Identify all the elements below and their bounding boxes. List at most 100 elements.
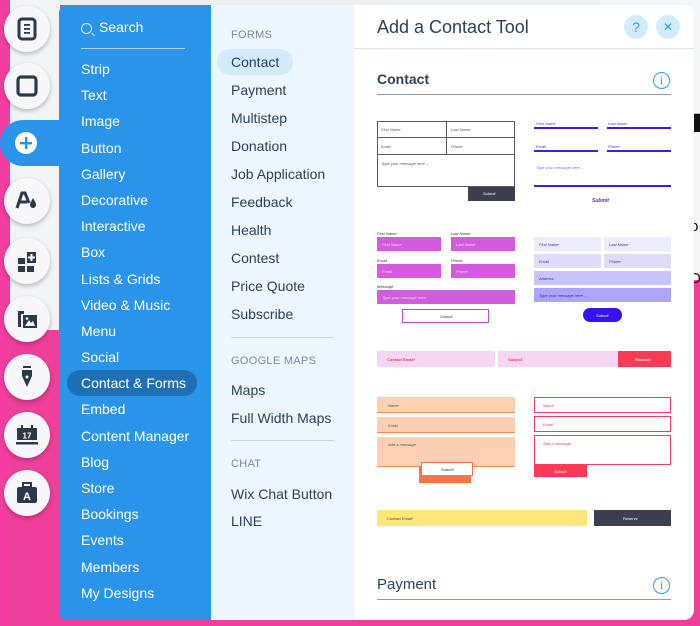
subcategory-panel: FORMS Contact Payment Multistep Donation…: [211, 5, 354, 620]
form-preset-3[interactable]: First Name Last Name First Name Last Nam…: [377, 231, 515, 323]
submit-button: Submit: [421, 462, 473, 476]
form-preset-6[interactable]: Name Email Add a message Submit: [377, 397, 515, 483]
field-email: Email: [377, 417, 515, 433]
submit-button: Submit: [583, 308, 622, 322]
submit-button: Submit: [468, 187, 515, 201]
category-menu[interactable]: Menu: [67, 318, 207, 344]
label-email: Email: [377, 258, 388, 263]
help-button[interactable]: ?: [624, 15, 648, 39]
panel-header: Add a Contact Tool ? ✕: [354, 5, 694, 49]
sub-item-price-quote[interactable]: Price Quote: [217, 273, 319, 299]
category-button[interactable]: Button: [67, 135, 207, 161]
search-icon: [81, 23, 92, 34]
divider: [231, 440, 334, 441]
field-phone: Phone: [451, 264, 515, 278]
category-bookings[interactable]: Bookings: [67, 501, 207, 527]
field-first-name: First Name: [536, 121, 556, 126]
form-preset-7[interactable]: Name Email Add a message Submit: [534, 397, 671, 479]
sub-item-payment[interactable]: Payment: [217, 77, 300, 103]
label-phone: Phone: [451, 258, 463, 263]
category-lists-grids[interactable]: Lists & Grids: [67, 266, 207, 292]
category-decorative[interactable]: Decorative: [67, 187, 207, 213]
sub-item-full-width-maps[interactable]: Full Width Maps: [217, 405, 345, 431]
form-preset-4[interactable]: First Name Last Name Email Phone Address…: [534, 237, 671, 323]
background-button[interactable]: [4, 63, 50, 109]
search-field[interactable]: Search: [81, 19, 185, 49]
sub-item-multistep[interactable]: Multistep: [217, 105, 301, 131]
category-video-music[interactable]: Video & Music: [67, 292, 207, 318]
field-phone: Phone: [608, 144, 620, 149]
field-message: Add a message: [534, 435, 671, 465]
category-gallery[interactable]: Gallery: [67, 161, 207, 187]
forms-heading: FORMS: [231, 29, 273, 41]
field-contact-email: Contact Email*: [377, 351, 495, 367]
field-last-name: Last Name: [604, 237, 671, 251]
field-email: Email: [536, 144, 547, 149]
add-apps-button[interactable]: [4, 238, 50, 284]
form-preset-5[interactable]: Contact Email* Subject Reserve: [377, 351, 671, 368]
field-subject: Subject: [498, 351, 619, 367]
form-preset-1[interactable]: First Name Last Name Email Phone Type yo…: [377, 121, 515, 203]
add-icon: [15, 132, 37, 154]
category-content-manager[interactable]: Content Manager: [67, 423, 207, 449]
business-icon: A: [17, 482, 37, 503]
field-underline: [534, 127, 598, 129]
field-name: Name: [534, 397, 671, 413]
sub-item-maps[interactable]: Maps: [217, 377, 279, 403]
field-message: Type your message here: [377, 290, 515, 304]
theme-icon: [15, 191, 36, 209]
bookings-button[interactable]: 17: [4, 412, 50, 458]
category-embed[interactable]: Embed: [67, 396, 207, 422]
category-interactive[interactable]: Interactive: [67, 213, 207, 239]
pages-button[interactable]: [4, 6, 50, 52]
sub-item-contact[interactable]: Contact: [217, 49, 294, 75]
field-first-name: First Name: [534, 237, 601, 251]
category-store[interactable]: Store: [67, 475, 207, 501]
category-box[interactable]: Box: [67, 239, 207, 265]
field-email: Email: [534, 416, 671, 432]
form-preset-8[interactable]: Contact Email* Reserve: [377, 510, 671, 526]
field-name: Name: [377, 397, 515, 413]
help-icon: ?: [632, 19, 640, 35]
field-email: Email: [381, 144, 392, 149]
sub-item-subscribe[interactable]: Subscribe: [217, 301, 307, 327]
close-button[interactable]: ✕: [656, 15, 680, 39]
theme-button[interactable]: [4, 178, 50, 224]
section-title-payment: Payment: [377, 576, 437, 593]
bookings-calendar-icon: 17: [16, 425, 38, 445]
svg-text:A: A: [23, 491, 31, 503]
field-last-name: Last Name: [451, 127, 471, 132]
field-underline: [534, 150, 598, 152]
field-underline: [607, 150, 671, 152]
submit-button: Submit: [534, 465, 587, 477]
category-my-designs[interactable]: My Designs: [67, 580, 207, 606]
label-message: Message: [377, 284, 394, 289]
label-first-name: First Name: [377, 231, 397, 236]
business-button[interactable]: A: [4, 470, 50, 516]
form-preset-2[interactable]: First Name Last Name Email Phone Type yo…: [534, 121, 671, 204]
sub-item-donation[interactable]: Donation: [217, 133, 301, 159]
info-icon[interactable]: i: [653, 72, 670, 89]
sub-item-line[interactable]: LINE: [217, 508, 276, 534]
category-contact-forms[interactable]: Contact & Forms: [67, 370, 197, 397]
category-text[interactable]: Text: [67, 82, 207, 108]
sub-item-wix-chat-button[interactable]: Wix Chat Button: [217, 481, 346, 507]
blog-button[interactable]: [4, 354, 50, 400]
blog-pen-icon: [22, 366, 32, 387]
section-title-contact: Contact: [377, 71, 430, 87]
sub-item-contest[interactable]: Contest: [217, 245, 293, 271]
category-members[interactable]: Members: [67, 554, 207, 580]
category-blog[interactable]: Blog: [67, 449, 207, 475]
panel-title: Add a Contact Tool: [377, 17, 529, 37]
field-first-name: First Name: [381, 127, 401, 132]
category-strip[interactable]: Strip: [67, 56, 207, 82]
category-social[interactable]: Social: [67, 344, 207, 370]
add-apps-icon: [18, 252, 36, 272]
sub-item-feedback[interactable]: Feedback: [217, 189, 306, 215]
media-button[interactable]: [4, 296, 50, 342]
info-icon[interactable]: i: [653, 577, 670, 594]
category-image[interactable]: Image: [67, 108, 207, 134]
sub-item-health[interactable]: Health: [217, 217, 285, 243]
category-events[interactable]: Events: [67, 527, 207, 553]
sub-item-job-application[interactable]: Job Application: [217, 161, 339, 187]
